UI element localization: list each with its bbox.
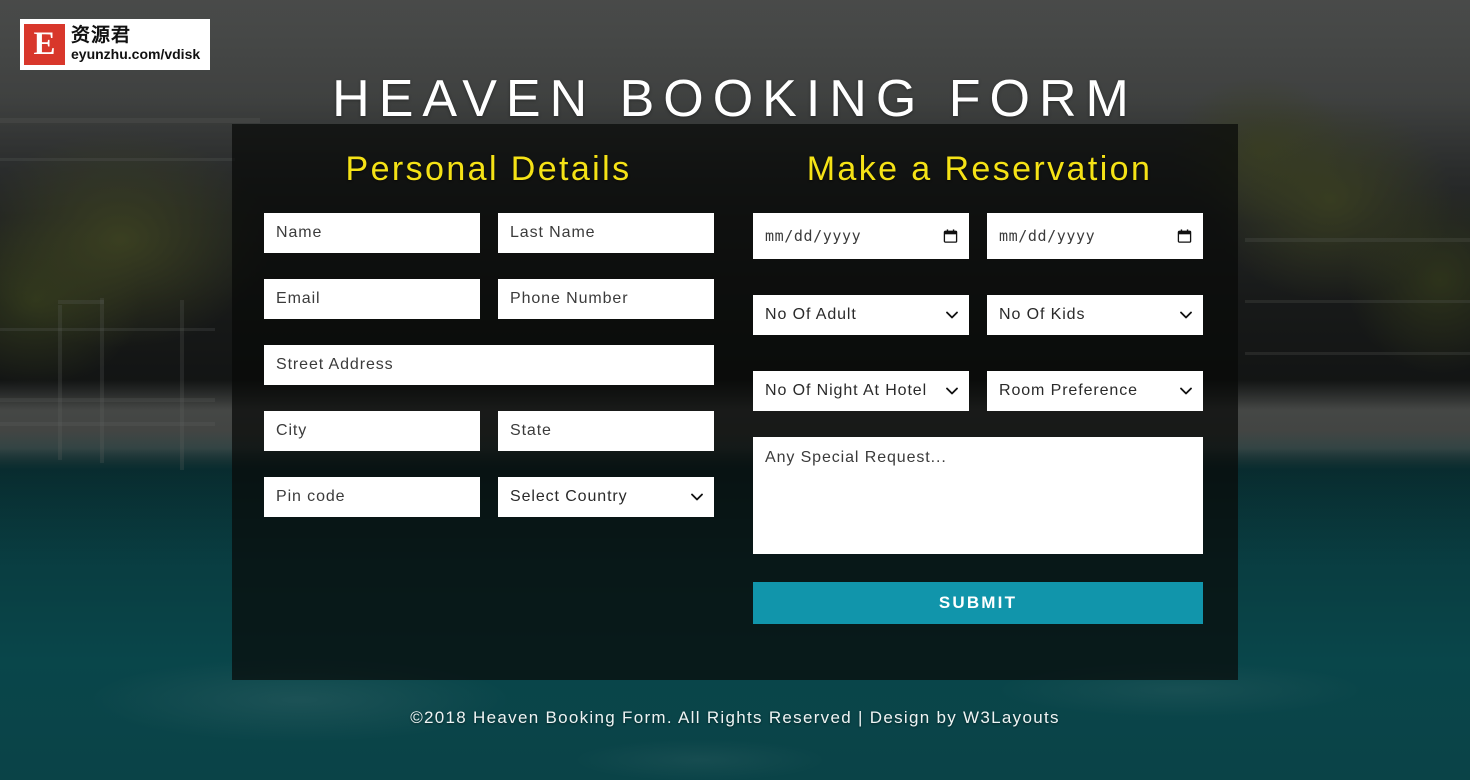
city-input[interactable] bbox=[264, 411, 480, 451]
check-out-date-wrap bbox=[987, 213, 1203, 259]
room-preference-select[interactable]: Room Preference bbox=[987, 371, 1203, 411]
watermark-badge-icon: E bbox=[24, 24, 65, 65]
pin-code-input[interactable] bbox=[264, 477, 480, 517]
state-input[interactable] bbox=[498, 411, 714, 451]
nights-select-wrap: No Of Night At Hotel bbox=[753, 371, 969, 411]
check-in-date-input[interactable] bbox=[753, 213, 969, 259]
page-title: HEAVEN BOOKING FORM bbox=[332, 69, 1138, 128]
submit-button[interactable]: SUBMIT bbox=[753, 582, 1203, 624]
footer-copyright: ©2018 Heaven Booking Form. All Rights Re… bbox=[410, 708, 1060, 727]
country-select[interactable]: Select Country bbox=[498, 477, 714, 517]
pin-country-row: Select Country bbox=[264, 477, 714, 517]
reservation-heading: Make a Reservation bbox=[806, 150, 1153, 188]
personal-details-column: Personal Details Name Last Name Email Ph… bbox=[232, 124, 735, 624]
street-row bbox=[264, 345, 714, 385]
nights-room-row: No Of Night At Hotel Room Preference bbox=[753, 371, 1206, 411]
city-state-row bbox=[264, 411, 714, 451]
country-select-wrap: Select Country bbox=[498, 477, 714, 517]
last-name-input[interactable] bbox=[498, 213, 714, 253]
check-in-date-wrap bbox=[753, 213, 969, 259]
name-input[interactable] bbox=[264, 213, 480, 253]
watermark-logo: E 资源君 eyunzhu.com/vdisk bbox=[20, 19, 210, 70]
watermark-badge-letter: E bbox=[33, 26, 56, 62]
adults-select-wrap: No Of Adult bbox=[753, 295, 969, 335]
form-columns: Personal Details Name Last Name Email Ph… bbox=[232, 124, 1238, 624]
booking-form-panel: Personal Details Name Last Name Email Ph… bbox=[232, 124, 1238, 680]
row-spacer bbox=[753, 361, 1206, 371]
kids-select[interactable]: No Of Kids bbox=[987, 295, 1203, 335]
watermark-chinese-label: 资源君 bbox=[71, 24, 132, 47]
dates-row bbox=[753, 213, 1206, 259]
kids-select-wrap: No Of Kids bbox=[987, 295, 1203, 335]
special-request-row bbox=[753, 437, 1206, 554]
personal-details-heading: Personal Details bbox=[345, 150, 632, 188]
contact-row bbox=[264, 279, 714, 319]
watermark-text: 资源君 eyunzhu.com/vdisk bbox=[71, 24, 201, 63]
nights-select[interactable]: No Of Night At Hotel bbox=[753, 371, 969, 411]
watermark-url-label: eyunzhu.com/vdisk bbox=[71, 46, 201, 63]
street-address-input[interactable] bbox=[264, 345, 714, 385]
room-preference-select-wrap: Room Preference bbox=[987, 371, 1203, 411]
adults-select[interactable]: No Of Adult bbox=[753, 295, 969, 335]
guests-row: No Of Adult No Of Kids bbox=[753, 295, 1206, 335]
email-input[interactable] bbox=[264, 279, 480, 319]
reservation-column: Make a Reservation mm/dd/yyyy mm/dd/yyyy… bbox=[735, 124, 1238, 624]
booking-page: E 资源君 eyunzhu.com/vdisk HEAVEN BOOKING F… bbox=[0, 0, 1470, 780]
special-request-textarea[interactable] bbox=[753, 437, 1203, 554]
phone-number-input[interactable] bbox=[498, 279, 714, 319]
check-out-date-input[interactable] bbox=[987, 213, 1203, 259]
name-row bbox=[264, 213, 714, 253]
row-spacer bbox=[753, 285, 1206, 295]
